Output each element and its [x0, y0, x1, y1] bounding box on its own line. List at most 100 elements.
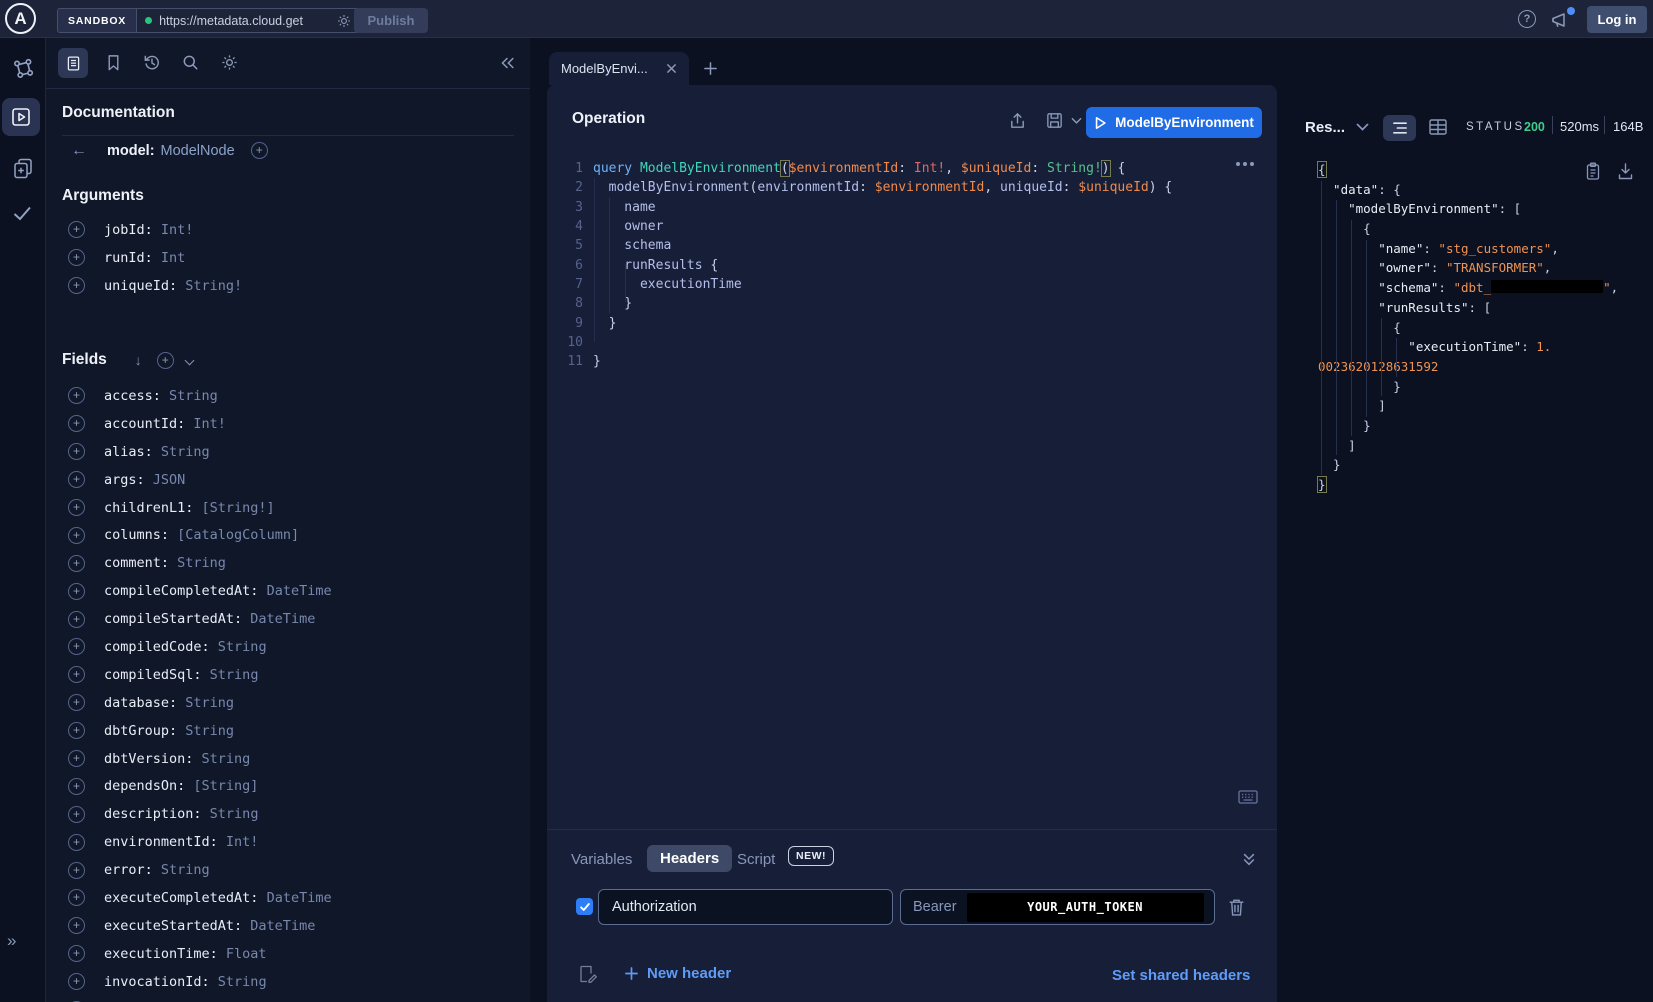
schema-graph-icon[interactable]: [11, 57, 35, 81]
share-operation-icon[interactable]: [1008, 111, 1027, 130]
field-row-childrenL1[interactable]: +childrenL1: [String!]: [46, 494, 531, 522]
add-field-icon[interactable]: +: [68, 945, 85, 962]
header-enabled-checkbox[interactable]: [576, 898, 593, 915]
new-tab-icon[interactable]: [703, 61, 718, 76]
field-row-accountId[interactable]: +accountId: Int!: [46, 410, 531, 438]
add-field-icon[interactable]: +: [68, 750, 85, 767]
docs-tab-icon[interactable]: [58, 48, 88, 78]
preflight-script-icon[interactable]: [578, 964, 597, 984]
field-row-args[interactable]: +args: JSON: [46, 466, 531, 494]
editor-line-2[interactable]: 2 modelByEnvironment(environmentId: $env…: [547, 178, 1172, 197]
back-arrow-icon[interactable]: ←: [71, 143, 87, 159]
editor-line-9[interactable]: 9 }: [547, 314, 1172, 333]
field-row-dbtVersion[interactable]: +dbtVersion: String: [46, 745, 531, 773]
add-field-icon[interactable]: +: [68, 387, 85, 404]
argument-row-jobId[interactable]: +jobId: Int!: [46, 216, 531, 244]
tab-script[interactable]: Script: [737, 851, 775, 868]
add-field-icon[interactable]: +: [68, 415, 85, 432]
field-row-columns[interactable]: +columns: [CatalogColumn]: [46, 521, 531, 549]
collapse-bottom-panel-icon[interactable]: [1241, 851, 1257, 867]
add-field-icon[interactable]: +: [68, 527, 85, 544]
add-field-icon[interactable]: +: [68, 778, 85, 795]
field-type[interactable]: [String!]: [193, 500, 274, 516]
add-argument-icon[interactable]: +: [68, 249, 85, 266]
field-type[interactable]: Float: [218, 946, 267, 962]
add-field-icon[interactable]: +: [68, 806, 85, 823]
field-row-executeStartedAt[interactable]: +executeStartedAt: DateTime: [46, 912, 531, 940]
breadcrumb-type[interactable]: ModelNode: [161, 143, 235, 159]
editor-line-10[interactable]: 10: [547, 333, 1172, 352]
header-key-input[interactable]: Authorization: [598, 889, 893, 925]
delete-header-icon[interactable]: [1228, 898, 1245, 917]
editor-line-4[interactable]: 4 owner: [547, 217, 1172, 236]
response-dropdown-chevron-icon[interactable]: [1356, 123, 1369, 132]
field-type[interactable]: DateTime: [242, 918, 315, 934]
editor-line-3[interactable]: 3 name: [547, 198, 1172, 217]
field-row-invocationId[interactable]: +invocationId: String: [46, 968, 531, 996]
editor-line-11[interactable]: 11}: [547, 352, 1172, 371]
add-field-icon[interactable]: +: [68, 722, 85, 739]
argument-type[interactable]: Int: [153, 250, 186, 266]
endpoint-url-text[interactable]: https://metadata.cloud.get: [159, 14, 329, 28]
field-type[interactable]: Int!: [218, 834, 259, 850]
operation-tab[interactable]: ModelByEnvi...: [549, 52, 689, 85]
field-type[interactable]: String: [193, 751, 250, 767]
add-argument-icon[interactable]: +: [68, 277, 85, 294]
field-row-error[interactable]: +error: String: [46, 856, 531, 884]
editor-line-6[interactable]: 6 runResults {: [547, 256, 1172, 275]
tab-variables[interactable]: Variables: [571, 851, 632, 868]
field-row-compileStartedAt[interactable]: +compileStartedAt: DateTime: [46, 605, 531, 633]
search-icon[interactable]: [181, 53, 200, 72]
query-editor[interactable]: 1query ModelByEnvironment($environmentId…: [547, 159, 1172, 372]
field-type[interactable]: String: [210, 639, 267, 655]
argument-row-uniqueId[interactable]: +uniqueId: String!: [46, 272, 531, 300]
bookmarks-icon[interactable]: [104, 53, 123, 72]
field-type[interactable]: Int!: [185, 416, 226, 432]
save-operation-icon[interactable]: [1045, 111, 1064, 130]
add-field-icon[interactable]: +: [68, 834, 85, 851]
add-field-icon[interactable]: +: [68, 917, 85, 934]
fields-add-chevron-icon[interactable]: [184, 355, 194, 365]
field-row-dependsOn[interactable]: +dependsOn: [String]: [46, 772, 531, 800]
field-type[interactable]: DateTime: [242, 611, 315, 627]
apollo-logo-icon[interactable]: A: [5, 3, 36, 34]
add-field-icon[interactable]: +: [68, 443, 85, 460]
field-type[interactable]: String: [153, 862, 210, 878]
field-type[interactable]: String: [202, 806, 259, 822]
new-header-button[interactable]: New header: [625, 965, 731, 982]
field-type[interactable]: String: [161, 388, 218, 404]
editor-overflow-menu-icon[interactable]: [1236, 162, 1254, 166]
field-type[interactable]: DateTime: [258, 890, 331, 906]
field-type[interactable]: String: [153, 444, 210, 460]
publish-button[interactable]: Publish: [354, 8, 428, 33]
add-field-icon[interactable]: +: [68, 973, 85, 990]
editor-line-5[interactable]: 5 schema: [547, 236, 1172, 255]
add-field-icon[interactable]: +: [68, 499, 85, 516]
editor-line-1[interactable]: 1query ModelByEnvironment($environmentId…: [547, 159, 1172, 178]
expand-rail-icon[interactable]: »: [7, 931, 16, 951]
operation-collections-icon[interactable]: [11, 156, 35, 180]
argument-row-runId[interactable]: +runId: Int: [46, 244, 531, 272]
field-type[interactable]: DateTime: [258, 583, 331, 599]
save-options-chevron-icon[interactable]: [1071, 117, 1082, 125]
close-tab-icon[interactable]: [666, 63, 677, 74]
add-field-icon[interactable]: +: [68, 471, 85, 488]
help-icon[interactable]: ?: [1518, 10, 1536, 28]
add-fields-icon[interactable]: +: [157, 352, 174, 369]
field-type[interactable]: [String]: [185, 778, 258, 794]
field-type[interactable]: String: [169, 555, 226, 571]
tab-headers[interactable]: Headers: [647, 845, 732, 872]
argument-type[interactable]: String!: [177, 278, 242, 294]
field-row-access[interactable]: +access: String: [46, 382, 531, 410]
response-view-table-icon[interactable]: [1428, 118, 1448, 136]
add-field-icon[interactable]: +: [68, 638, 85, 655]
add-field-icon[interactable]: +: [68, 666, 85, 683]
add-field-icon[interactable]: +: [68, 694, 85, 711]
response-view-formatted-icon[interactable]: [1383, 115, 1416, 141]
field-type[interactable]: String: [202, 667, 259, 683]
add-field-icon[interactable]: +: [68, 889, 85, 906]
add-all-fields-icon[interactable]: +: [251, 142, 268, 159]
add-field-icon[interactable]: +: [68, 583, 85, 600]
explorer-nav-item[interactable]: [2, 98, 40, 136]
field-row-environmentId[interactable]: +environmentId: Int!: [46, 828, 531, 856]
